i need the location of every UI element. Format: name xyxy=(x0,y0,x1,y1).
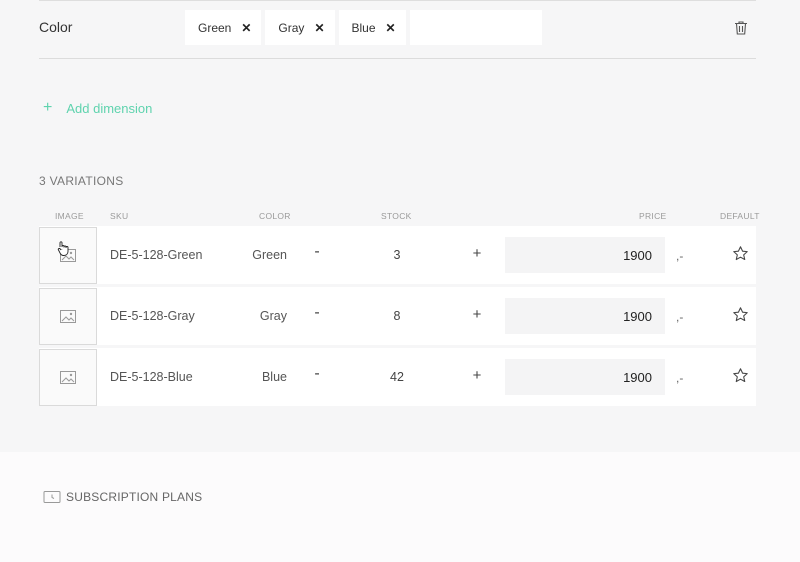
price-suffix: ,- xyxy=(676,371,684,385)
color-value: Blue xyxy=(261,370,287,384)
price-suffix: ,- xyxy=(676,310,684,324)
price-input[interactable]: 1900 xyxy=(505,359,665,395)
add-dimension-label: Add dimension xyxy=(66,100,153,116)
tag-label: Blue xyxy=(351,20,376,35)
plus-icon: + xyxy=(43,99,53,116)
increment-stock-button[interactable]: + xyxy=(470,367,484,384)
price-value: 1900 xyxy=(623,247,652,263)
remove-tag-icon[interactable]: ✕ xyxy=(386,21,396,35)
color-value: Green xyxy=(252,248,287,262)
price-input[interactable]: 1900 xyxy=(505,237,665,273)
price-input[interactable]: 1900 xyxy=(505,298,665,334)
image-upload[interactable] xyxy=(39,227,97,284)
column-header-color: COLOR xyxy=(259,211,291,221)
column-header-sku: SKU xyxy=(110,211,129,221)
table-row: DE-5-128-Blue Blue - 42 + 1900 ,- xyxy=(39,348,756,406)
decrement-stock-button[interactable]: - xyxy=(311,243,323,261)
variations-table-header: IMAGE SKU COLOR STOCK PRICE DEFAULT xyxy=(39,211,759,225)
remove-tag-icon[interactable]: ✕ xyxy=(314,21,324,35)
tag-label: Gray xyxy=(278,20,305,35)
decrement-stock-button[interactable]: - xyxy=(311,365,323,383)
dimension-tags: Green ✕ Gray ✕ Blue ✕ xyxy=(185,10,542,45)
tag-input[interactable] xyxy=(409,10,542,45)
column-header-stock: STOCK xyxy=(381,211,412,221)
subscription-plans-panel: SUBSCRIPTION PLANS xyxy=(0,452,800,562)
stock-value[interactable]: 3 xyxy=(377,248,417,262)
column-header-price: PRICE xyxy=(639,211,667,221)
dimension-name: Color xyxy=(39,19,73,35)
sku-value: DE-5-128-Blue xyxy=(110,370,193,384)
decrement-stock-button[interactable]: - xyxy=(311,304,323,322)
column-header-default: DEFAULT xyxy=(720,211,760,221)
tag-blue: Blue ✕ xyxy=(338,10,406,45)
tag-label: Green xyxy=(198,20,232,35)
default-star-icon[interactable] xyxy=(732,245,749,262)
remove-tag-icon[interactable]: ✕ xyxy=(241,21,251,35)
subscription-icon xyxy=(43,491,61,503)
trash-icon[interactable] xyxy=(734,20,748,36)
increment-stock-button[interactable]: + xyxy=(470,306,484,323)
column-header-image: IMAGE xyxy=(55,211,84,221)
image-upload[interactable] xyxy=(39,349,97,406)
color-value: Gray xyxy=(259,309,287,323)
stock-value[interactable]: 8 xyxy=(377,309,417,323)
price-value: 1900 xyxy=(623,369,652,385)
subscription-plans-heading[interactable]: SUBSCRIPTION PLANS xyxy=(43,490,202,504)
add-dimension-button[interactable]: + Add dimension xyxy=(43,99,152,117)
table-row: DE-5-128-Green Green - 3 + 1900 ,- xyxy=(39,226,756,284)
image-icon xyxy=(60,310,76,323)
price-value: 1900 xyxy=(623,308,652,324)
tag-green: Green ✕ xyxy=(185,10,262,45)
image-upload[interactable] xyxy=(39,288,97,345)
dimension-row: Color Green ✕ Gray ✕ Blue ✕ xyxy=(39,1,756,59)
default-star-icon[interactable] xyxy=(732,306,749,323)
default-star-icon[interactable] xyxy=(732,367,749,384)
increment-stock-button[interactable]: + xyxy=(470,245,484,262)
stock-value[interactable]: 42 xyxy=(377,370,417,384)
image-icon xyxy=(60,371,76,384)
sku-value: DE-5-128-Gray xyxy=(110,309,195,323)
price-suffix: ,- xyxy=(676,249,684,263)
subscription-plans-label: SUBSCRIPTION PLANS xyxy=(66,490,203,504)
table-row: DE-5-128-Gray Gray - 8 + 1900 ,- xyxy=(39,287,756,345)
variations-title: 3 VARIATIONS xyxy=(39,174,124,188)
sku-value: DE-5-128-Green xyxy=(110,248,203,262)
hand-cursor-icon xyxy=(57,241,69,256)
tag-gray: Gray ✕ xyxy=(265,10,335,45)
